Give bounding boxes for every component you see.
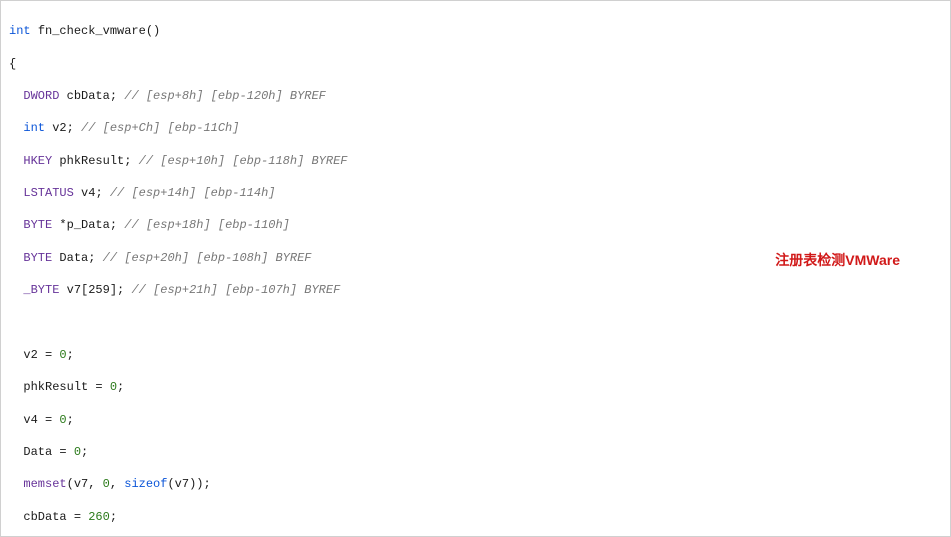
code-line: DWORD cbData; // [esp+8h] [ebp-120h] BYR… [9,88,942,104]
code-line: cbData = 260; [9,509,942,525]
code-line: { [9,56,942,72]
code-line: v2 = 0; [9,347,942,363]
return-type: int [9,24,31,38]
annotation-label: 注册表检测VMWare [775,251,900,270]
code-line: v4 = 0; [9,412,942,428]
comment: // [esp+10h] [ebp-118h] BYREF [139,154,348,168]
code-line: LSTATUS v4; // [esp+14h] [ebp-114h] [9,185,942,201]
decompiled-code-view: int fn_check_vmware() { DWORD cbData; //… [0,0,951,537]
comment: // [esp+21h] [ebp-107h] BYREF [131,283,340,297]
code-line: BYTE *p_Data; // [esp+18h] [ebp-110h] [9,217,942,233]
code-line: int fn_check_vmware() [9,23,942,39]
code-line: Data = 0; [9,444,942,460]
code-line: phkResult = 0; [9,379,942,395]
comment: // [esp+Ch] [ebp-11Ch] [81,121,239,135]
comment: // [esp+8h] [ebp-120h] BYREF [124,89,326,103]
comment: // [esp+14h] [ebp-114h] [110,186,276,200]
comment: // [esp+20h] [ebp-108h] BYREF [103,251,312,265]
blank-line [9,315,942,331]
code-line: _BYTE v7[259]; // [esp+21h] [ebp-107h] B… [9,282,942,298]
function-name: fn_check_vmware [38,24,146,38]
comment: // [esp+18h] [ebp-110h] [124,218,290,232]
code-line: memset(v7, 0, sizeof(v7)); [9,476,942,492]
code-line: int v2; // [esp+Ch] [ebp-11Ch] [9,120,942,136]
code-line: HKEY phkResult; // [esp+10h] [ebp-118h] … [9,153,942,169]
